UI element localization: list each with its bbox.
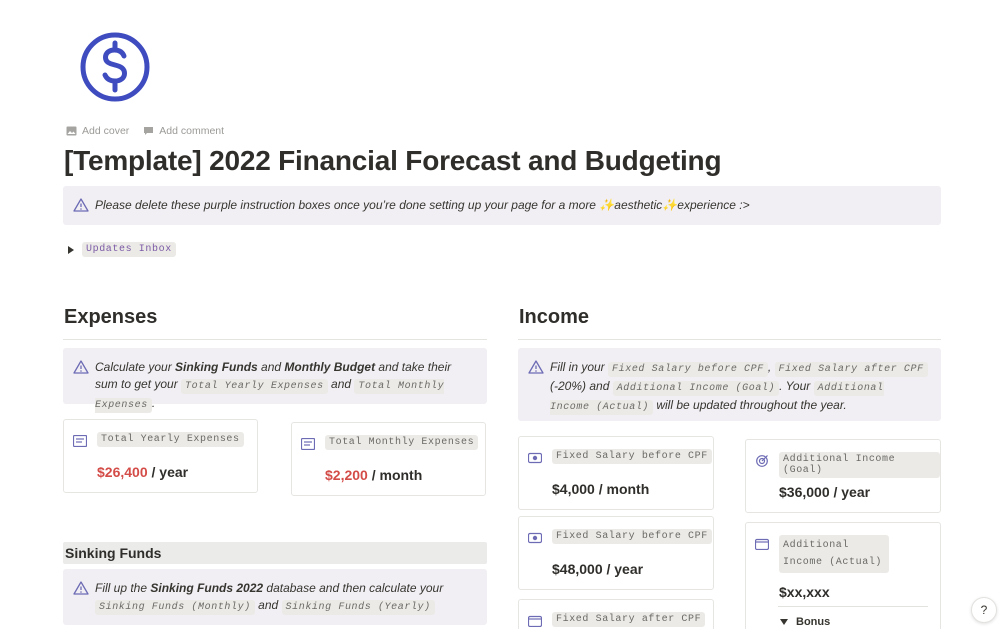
card-label: Additional Income (Actual)	[779, 535, 889, 573]
add-cover-button[interactable]: Add cover	[66, 125, 129, 137]
instruction-callout: Please delete these purple instruction b…	[63, 186, 941, 225]
updates-inbox-toggle[interactable]: Updates Inbox	[68, 242, 176, 257]
card-value: $26,400 / year	[97, 464, 189, 480]
card-label: Fixed Salary before CPF	[552, 529, 712, 544]
fixed-salary-monthly-card[interactable]: Fixed Salary before CPF $4,000 / month	[518, 436, 714, 510]
bonus-label: Bonus	[796, 616, 831, 628]
card-label: Fixed Salary after CPF	[552, 612, 706, 627]
sparkle-icon: ✨	[662, 198, 678, 212]
divider	[778, 606, 928, 607]
notes-icon	[73, 435, 87, 447]
card-value: $2,200 / month	[325, 467, 423, 483]
image-icon	[66, 126, 77, 136]
additional-income-actual-card[interactable]: Additional Income (Actual) $xx,xxx	[745, 522, 941, 629]
income-heading: Income	[519, 306, 590, 328]
fixed-salary-yearly-card[interactable]: Fixed Salary before CPF $48,000 / year	[518, 516, 714, 590]
card-value: $36,000 / year	[779, 484, 871, 500]
warning-triangle-icon	[528, 360, 544, 374]
fixed-salary-after-cpf-card[interactable]: Fixed Salary after CPF	[518, 599, 714, 629]
total-yearly-expenses-card[interactable]: Total Yearly Expenses $26,400 / year	[63, 419, 258, 493]
card-label: Total Yearly Expenses	[97, 432, 244, 447]
card-value: $xx,xxx	[779, 584, 830, 600]
target-icon	[756, 455, 768, 467]
comment-icon	[144, 127, 154, 135]
additional-income-goal-card[interactable]: Additional Income (Goal) $36,000 / year	[745, 439, 941, 513]
sparkle-icon: ✨	[599, 198, 615, 212]
card-value: $4,000 / month	[552, 481, 650, 497]
notes-icon	[301, 438, 315, 450]
card-label: Total Monthly Expenses	[325, 435, 479, 450]
warning-triangle-icon	[73, 581, 89, 595]
wallet-icon	[528, 615, 542, 627]
add-comment-label: Add comment	[159, 125, 225, 137]
expenses-callout-text: Calculate your Sinking Funds and Monthly…	[95, 360, 452, 413]
sinking-funds-callout-text: Fill up the Sinking Funds 2022 database …	[95, 581, 444, 615]
instruction-text: Please delete these purple instruction b…	[95, 198, 750, 212]
add-comment-button[interactable]: Add comment	[143, 125, 224, 137]
income-callout: Fill in your Fixed Salary before CPF, Fi…	[518, 348, 941, 421]
bonus-toggle[interactable]: Bonus	[780, 616, 830, 628]
toggle-arrow-icon[interactable]	[780, 619, 788, 625]
divider	[63, 339, 487, 340]
card-label: Fixed Salary before CPF	[552, 449, 712, 464]
expenses-heading: Expenses	[64, 306, 158, 328]
expenses-callout: Calculate your Sinking Funds and Monthly…	[63, 348, 487, 413]
page-title[interactable]: [Template] 2022 Financial Forecast and B…	[64, 145, 722, 177]
warning-triangle-icon	[73, 198, 89, 212]
help-button[interactable]: ?	[971, 597, 997, 623]
money-icon	[528, 532, 542, 544]
warning-triangle-icon	[73, 360, 89, 374]
add-cover-label: Add cover	[82, 125, 130, 137]
sinking-funds-heading: Sinking Funds	[63, 542, 487, 564]
money-icon	[528, 452, 542, 464]
card-label: Additional Income (Goal)	[779, 452, 940, 478]
toggle-arrow-icon[interactable]	[68, 245, 74, 254]
card-value: $48,000 / year	[552, 561, 644, 577]
divider	[518, 339, 941, 340]
sinking-funds-callout: Fill up the Sinking Funds 2022 database …	[63, 569, 487, 625]
income-callout-text: Fill in your Fixed Salary before CPF, Fi…	[550, 359, 928, 416]
dollar-circle-icon[interactable]	[78, 30, 152, 104]
updates-inbox-label: Updates Inbox	[82, 242, 176, 257]
total-monthly-expenses-card[interactable]: Total Monthly Expenses $2,200 / month	[291, 422, 486, 496]
wallet-icon	[755, 538, 769, 550]
